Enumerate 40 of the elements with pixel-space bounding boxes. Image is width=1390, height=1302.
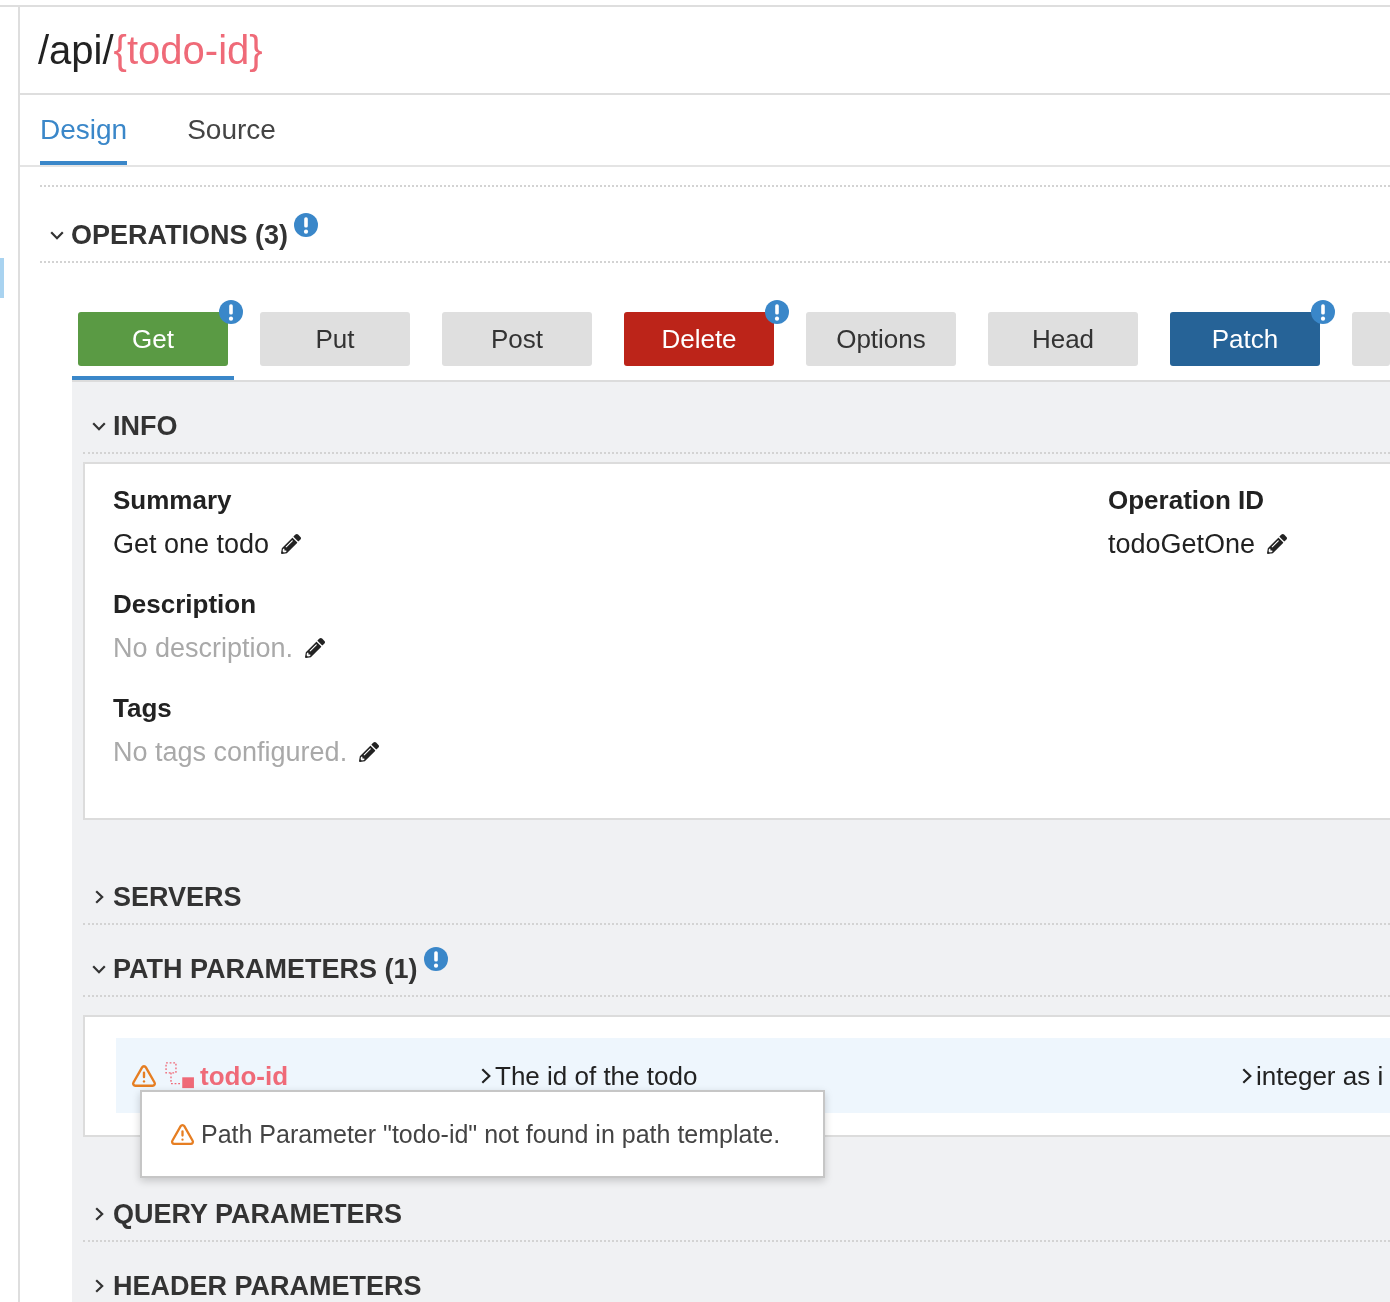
chevron-right-icon[interactable] [94,1207,104,1221]
section-title[interactable]: SERVERS [113,884,242,910]
tooltip-text: Path Parameter "todo-id" not found in path template. [201,1119,781,1150]
chevron-right-icon[interactable] [481,1067,491,1084]
empty-value-text: No description. [113,632,294,665]
pencil-icon[interactable] [281,534,302,554]
section-title[interactable]: OPERATIONS (3) [71,222,288,248]
view-tab[interactable]: Source [187,112,276,165]
method-button[interactable]: Put [260,312,410,366]
chevron-right-icon[interactable] [94,890,104,904]
parameter-description: The id of the todo [495,1060,698,1091]
method-button[interactable]: Head [988,312,1138,366]
field-label: Tags [113,692,173,725]
warning-icon [170,1121,195,1147]
chevron-down-icon[interactable] [92,421,106,431]
parameter-type: integer as i [1256,1060,1384,1091]
method-button[interactable]: Post [442,312,592,366]
view-tab[interactable]: Design [40,112,128,165]
pencil-icon[interactable] [305,638,326,658]
field-label: Summary [113,484,233,517]
field-value: todoGetOne [1108,528,1256,561]
field-value: Get one todo [113,528,270,561]
path-title: /api/{todo-id} [38,27,263,74]
method-button[interactable]: Patch [1170,312,1320,366]
field-label: Operation ID [1108,484,1265,517]
pencil-icon[interactable] [1267,534,1288,554]
method-button[interactable]: Delete [624,312,774,366]
section-title[interactable]: HEADER PARAMETERS [113,1273,422,1299]
method-button[interactable]: Options [806,312,956,366]
pencil-icon[interactable] [359,742,380,762]
section-title[interactable]: PATH PARAMETERS (1) [113,956,418,982]
section-title[interactable]: INFO [113,413,178,439]
empty-value-text: No tags configured. [113,736,348,769]
square-link-icon [165,1062,195,1089]
chevron-right-icon[interactable] [94,1279,104,1293]
chevron-down-icon[interactable] [50,230,64,240]
field-label: Description [113,588,258,621]
chevron-right-icon[interactable] [1242,1067,1252,1084]
chevron-down-icon[interactable] [92,964,106,974]
section-title[interactable]: QUERY PARAMETERS [113,1201,403,1227]
